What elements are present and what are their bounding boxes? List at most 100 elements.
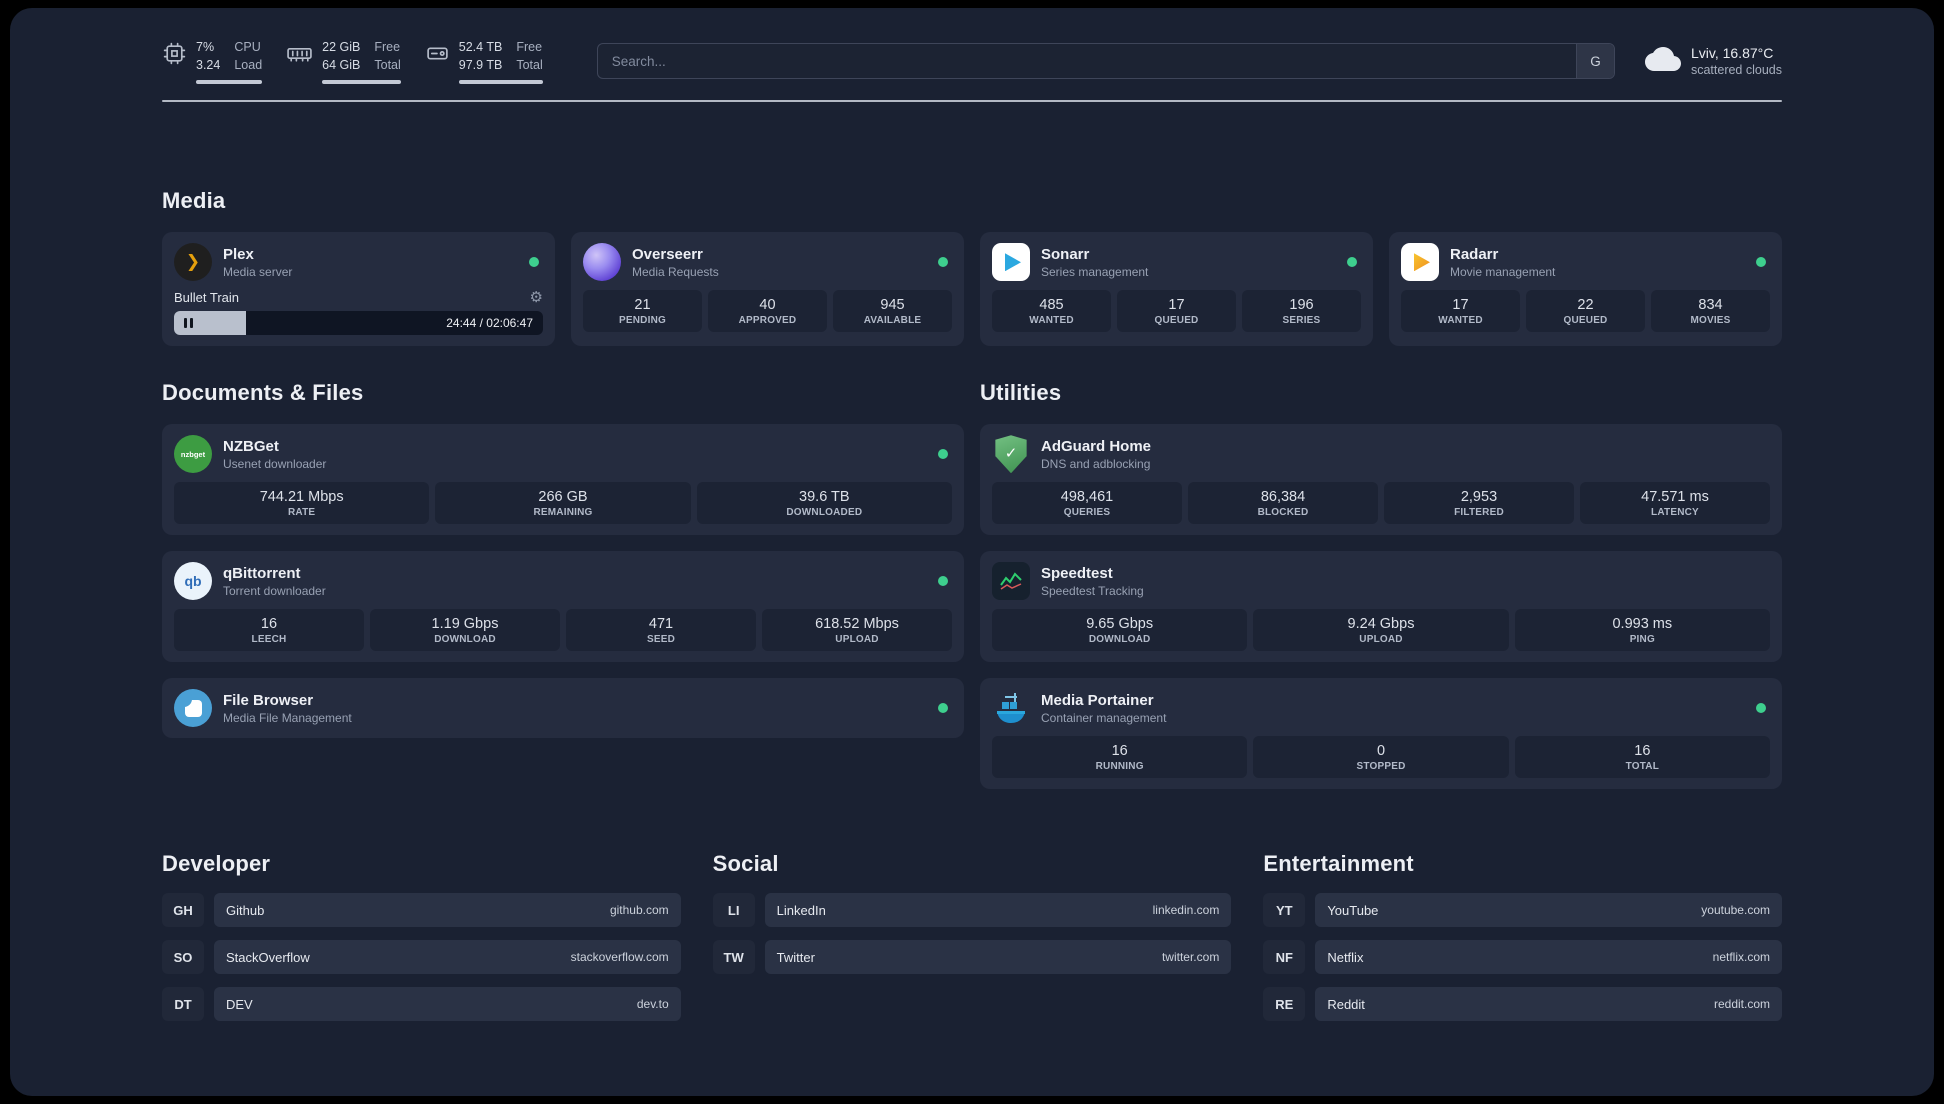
app-card-filebrowser[interactable]: File Browser Media File Management	[162, 678, 964, 739]
bookmark-abbr: SO	[162, 940, 204, 975]
utilities-column: Utilities ✓ AdGuard Home DNS and adblock…	[980, 380, 1782, 790]
app-name: Plex	[223, 245, 254, 263]
stat-value: 39.6 TB	[799, 489, 850, 506]
stat-label: DOWNLOAD	[434, 634, 496, 646]
stat-label: UPLOAD	[1359, 634, 1403, 646]
stat-label: LEECH	[251, 634, 287, 646]
stat-value: 17	[1168, 297, 1185, 314]
radarr-icon	[1401, 243, 1439, 282]
stat-box: 1.19 Gbps DOWNLOAD	[370, 609, 560, 652]
bookmark-abbr: LI	[712, 893, 755, 928]
playback-progress-bar[interactable]: 24:44 / 02:06:47	[174, 311, 543, 336]
stat-label: REMAINING	[533, 507, 593, 519]
stat-label: RUNNING	[1095, 761, 1144, 773]
stat-box: 47.571 ms LATENCY	[1580, 482, 1770, 525]
disk-widget: 52.4 TB 97.9 TB Free Total	[425, 38, 543, 85]
status-dot	[938, 257, 948, 268]
app-card-qbittorrent[interactable]: qb qBittorrent Torrent downloader 16 LEE…	[162, 551, 964, 663]
stat-value: 498,461	[1060, 489, 1114, 506]
stat-label: TOTAL	[1625, 761, 1660, 773]
section-title-documents: Documents & Files	[162, 380, 364, 406]
app-card-nzbget[interactable]: nzbget NZBGet Usenet downloader 744.21 M…	[162, 424, 964, 536]
stat-label: AVAILABLE	[863, 315, 922, 327]
app-name: Sonarr	[1041, 245, 1090, 263]
stat-box: 471 SEED	[566, 609, 756, 652]
adguard-shield-icon: ✓	[995, 435, 1027, 474]
app-card-speedtest[interactable]: Speedtest Speedtest Tracking 9.65 Gbps D…	[980, 551, 1782, 663]
cpu-icon	[162, 41, 187, 71]
stat-label: SEED	[646, 634, 676, 646]
app-card-radarr[interactable]: Radarr Movie management 17 WANTED 22 QUE…	[1389, 232, 1782, 347]
search-bar: G	[596, 43, 1615, 80]
app-subtitle: Speedtest Tracking	[1041, 583, 1144, 598]
stat-box: 945 AVAILABLE	[833, 290, 952, 333]
stat-value: 834	[1698, 297, 1723, 314]
bookmark-github[interactable]: GH Github github.com	[162, 893, 681, 928]
search-engine-button[interactable]: G	[1575, 44, 1614, 79]
memory-icon	[286, 41, 313, 71]
bookmark-name: YouTube	[1327, 902, 1379, 918]
stat-box: 485 WANTED	[992, 290, 1111, 333]
search-input[interactable]	[597, 44, 1576, 79]
stat-box: 2,953 FILTERED	[1384, 482, 1574, 525]
app-card-adguard[interactable]: ✓ AdGuard Home DNS and adblocking 498,46…	[980, 424, 1782, 536]
bookmark-url: github.com	[609, 903, 669, 918]
stat-box: 834 MOVIES	[1651, 290, 1770, 333]
pause-icon[interactable]	[184, 318, 193, 329]
bookmark-url: stackoverflow.com	[570, 950, 669, 965]
bookmark-twitter[interactable]: TW Twitter twitter.com	[712, 940, 1232, 975]
speedtest-icon	[992, 562, 1030, 601]
stat-box: 16 LEECH	[174, 609, 364, 652]
bookmarks-section: Developer GH Github github.com SO StackO…	[162, 851, 1782, 1061]
app-card-plex[interactable]: ❯ Plex Media server Bullet Train ⚙ 24:44…	[162, 232, 555, 347]
app-subtitle: DNS and adblocking	[1041, 456, 1151, 471]
dashboard: 7% 3.24 CPU Load 22 GiB 64 GiB Free Tota…	[10, 8, 1934, 1096]
stat-box: 498,461 QUERIES	[992, 482, 1182, 525]
weather-condition: scattered clouds	[1690, 63, 1782, 78]
stat-box: 9.24 Gbps UPLOAD	[1253, 609, 1509, 652]
stat-value: 485	[1039, 297, 1064, 314]
bookmark-name: Reddit	[1327, 996, 1365, 1012]
stat-box: 17 WANTED	[1401, 290, 1520, 333]
stat-value: 744.21 Mbps	[259, 489, 344, 506]
bookmark-dev[interactable]: DT DEV dev.to	[162, 987, 681, 1022]
bookmark-linkedin[interactable]: LI LinkedIn linkedin.com	[712, 893, 1232, 928]
stat-label: MOVIES	[1690, 315, 1731, 327]
stat-value: 9.65 Gbps	[1086, 616, 1154, 633]
media-grid: ❯ Plex Media server Bullet Train ⚙ 24:44…	[162, 232, 1782, 347]
stat-box: 40 APPROVED	[708, 290, 827, 333]
bookmark-youtube[interactable]: YT YouTube youtube.com	[1263, 893, 1782, 928]
weather-widget: Lviv, 16.87°C scattered clouds	[1644, 41, 1782, 82]
memory-total-value: 64 GiB	[322, 58, 361, 73]
disk-free-label: Free	[516, 40, 543, 54]
filebrowser-icon	[174, 689, 212, 728]
stat-value: 196	[1289, 297, 1314, 314]
app-card-overseerr[interactable]: Overseerr Media Requests 21 PENDING 40 A…	[571, 232, 964, 347]
status-dot	[938, 703, 948, 714]
bookmark-url: youtube.com	[1701, 903, 1770, 918]
cpu-widget: 7% 3.24 CPU Load	[162, 38, 263, 85]
app-name: Radarr	[1450, 245, 1499, 263]
bookmark-stackoverflow[interactable]: SO StackOverflow stackoverflow.com	[162, 940, 681, 975]
bookmark-netflix[interactable]: NF Netflix netflix.com	[1263, 940, 1782, 975]
adguard-icon-wrap: ✓	[992, 435, 1030, 474]
bookmark-name: Netflix	[1327, 949, 1364, 965]
app-card-portainer[interactable]: Media Portainer Container management 16 …	[980, 678, 1782, 790]
stat-box: 16 TOTAL	[1514, 736, 1770, 779]
bookmark-reddit[interactable]: RE Reddit reddit.com	[1263, 987, 1782, 1022]
bookmark-abbr: NF	[1263, 940, 1306, 975]
bookmarks-developer: Developer GH Github github.com SO StackO…	[162, 851, 681, 1022]
section-title-media: Media	[162, 188, 226, 214]
stat-value: 86,384	[1260, 489, 1306, 506]
bookmark-name: Github	[226, 902, 265, 918]
bookmark-url: netflix.com	[1712, 950, 1770, 965]
app-subtitle: Media File Management	[223, 710, 352, 725]
bookmark-abbr: GH	[162, 893, 204, 928]
stat-value: 0.993 ms	[1612, 616, 1673, 633]
settings-gear-icon[interactable]: ⚙	[530, 288, 543, 306]
status-dot	[938, 449, 948, 460]
app-card-sonarr[interactable]: Sonarr Series management 485 WANTED 17 Q…	[980, 232, 1373, 347]
section-title-social: Social	[712, 851, 779, 877]
app-subtitle: Media Requests	[632, 264, 719, 279]
stat-label: DOWNLOAD	[1088, 634, 1151, 646]
